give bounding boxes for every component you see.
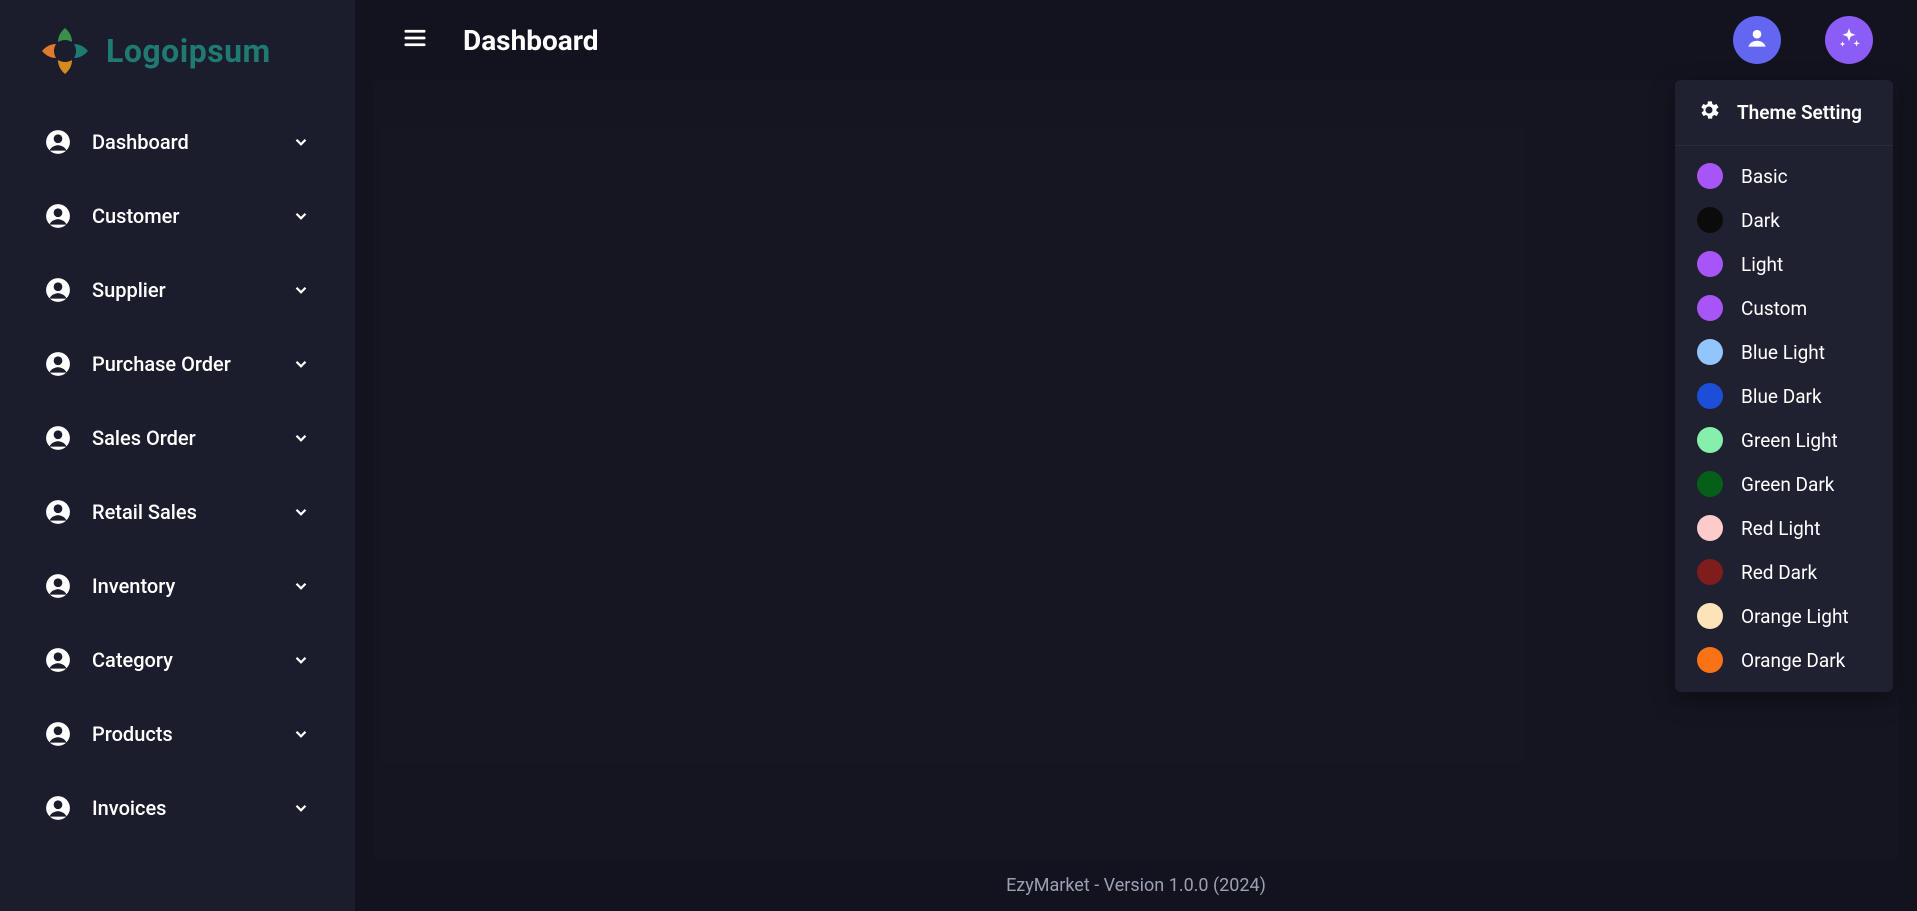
theme-item-green-light[interactable]: Green Light [1675, 418, 1893, 462]
theme-swatch [1697, 427, 1723, 453]
person-icon [44, 720, 72, 748]
theme-item-blue-dark[interactable]: Blue Dark [1675, 374, 1893, 418]
theme-item-basic[interactable]: Basic [1675, 154, 1893, 198]
theme-item-label: Green Light [1741, 429, 1838, 452]
theme-swatch [1697, 163, 1723, 189]
chevron-down-icon [291, 206, 311, 226]
theme-item-label: Blue Dark [1741, 385, 1822, 408]
person-icon [44, 498, 72, 526]
sparkle-icon [1836, 25, 1862, 55]
theme-swatch [1697, 647, 1723, 673]
theme-swatch [1697, 251, 1723, 277]
theme-item-blue-light[interactable]: Blue Light [1675, 330, 1893, 374]
page-title: Dashboard [463, 24, 599, 57]
sidebar-item-label: Dashboard [92, 130, 291, 154]
theme-swatch [1697, 559, 1723, 585]
footer-text: EzyMarket - Version 1.0.0 (2024) [1006, 875, 1266, 896]
sidebar-item-label: Supplier [92, 278, 291, 302]
sidebar-item-supplier[interactable]: Supplier [20, 258, 335, 322]
theme-button[interactable] [1825, 16, 1873, 64]
theme-item-orange-light[interactable]: Orange Light [1675, 594, 1893, 638]
theme-popover: Theme Setting Basic Dark Light Custom Bl… [1675, 80, 1893, 692]
chevron-down-icon [291, 428, 311, 448]
person-icon [44, 424, 72, 452]
sidebar-item-label: Inventory [92, 574, 291, 598]
person-icon [44, 794, 72, 822]
sidebar-item-label: Products [92, 722, 291, 746]
theme-swatch [1697, 603, 1723, 629]
theme-swatch [1697, 207, 1723, 233]
content-area [373, 80, 1899, 859]
person-icon [44, 572, 72, 600]
theme-swatch [1697, 471, 1723, 497]
person-icon [44, 202, 72, 230]
chevron-down-icon [291, 576, 311, 596]
sidebar-item-label: Sales Order [92, 426, 291, 450]
sidebar-item-label: Customer [92, 204, 291, 228]
footer: EzyMarket - Version 1.0.0 (2024) [355, 859, 1917, 911]
theme-item-label: Orange Dark [1741, 649, 1845, 672]
theme-swatch [1697, 295, 1723, 321]
logo-mark-icon [38, 24, 92, 78]
sidebar-item-invoices[interactable]: Invoices [20, 776, 335, 840]
sidebar-item-label: Invoices [92, 796, 291, 820]
chevron-down-icon [291, 354, 311, 374]
gear-icon [1697, 98, 1721, 127]
logo-text: Logoipsum [106, 32, 271, 70]
logo[interactable]: Logoipsum [0, 0, 355, 110]
person-icon [44, 276, 72, 304]
sidebar: Logoipsum Dashboard Customer Suppli [0, 0, 355, 911]
person-icon [44, 128, 72, 156]
sidebar-item-retail-sales[interactable]: Retail Sales [20, 480, 335, 544]
theme-popover-title: Theme Setting [1737, 101, 1862, 124]
chevron-down-icon [291, 650, 311, 670]
theme-swatch [1697, 383, 1723, 409]
sidebar-nav: Dashboard Customer Supplier [0, 110, 355, 850]
chevron-down-icon [291, 132, 311, 152]
theme-item-label: Green Dark [1741, 473, 1834, 496]
theme-item-dark[interactable]: Dark [1675, 198, 1893, 242]
theme-item-label: Basic [1741, 165, 1788, 188]
menu-button[interactable] [399, 24, 431, 56]
topbar: Dashboard [355, 0, 1917, 80]
theme-item-label: Blue Light [1741, 341, 1825, 364]
theme-item-label: Red Dark [1741, 561, 1817, 584]
sidebar-item-label: Purchase Order [92, 352, 291, 376]
theme-swatch [1697, 515, 1723, 541]
theme-item-red-dark[interactable]: Red Dark [1675, 550, 1893, 594]
theme-item-red-light[interactable]: Red Light [1675, 506, 1893, 550]
hamburger-icon [401, 24, 429, 56]
theme-item-label: Orange Light [1741, 605, 1849, 628]
theme-item-label: Custom [1741, 297, 1807, 320]
theme-list: Basic Dark Light Custom Blue Light Blue … [1675, 146, 1893, 692]
theme-item-label: Red Light [1741, 517, 1820, 540]
person-icon [44, 646, 72, 674]
person-icon [1744, 25, 1770, 55]
sidebar-item-customer[interactable]: Customer [20, 184, 335, 248]
theme-popover-header: Theme Setting [1675, 80, 1893, 146]
chevron-down-icon [291, 798, 311, 818]
person-icon [44, 350, 72, 378]
theme-item-custom[interactable]: Custom [1675, 286, 1893, 330]
sidebar-item-purchase-order[interactable]: Purchase Order [20, 332, 335, 396]
theme-swatch [1697, 339, 1723, 365]
sidebar-item-products[interactable]: Products [20, 702, 335, 766]
chevron-down-icon [291, 724, 311, 744]
profile-button[interactable] [1733, 16, 1781, 64]
sidebar-item-sales-order[interactable]: Sales Order [20, 406, 335, 470]
chevron-down-icon [291, 280, 311, 300]
theme-item-label: Dark [1741, 209, 1780, 232]
sidebar-item-category[interactable]: Category [20, 628, 335, 692]
theme-item-label: Light [1741, 253, 1783, 276]
theme-item-green-dark[interactable]: Green Dark [1675, 462, 1893, 506]
sidebar-item-dashboard[interactable]: Dashboard [20, 110, 335, 174]
sidebar-item-inventory[interactable]: Inventory [20, 554, 335, 618]
chevron-down-icon [291, 502, 311, 522]
theme-item-light[interactable]: Light [1675, 242, 1893, 286]
sidebar-item-label: Category [92, 648, 291, 672]
theme-item-orange-dark[interactable]: Orange Dark [1675, 638, 1893, 682]
sidebar-item-label: Retail Sales [92, 500, 291, 524]
